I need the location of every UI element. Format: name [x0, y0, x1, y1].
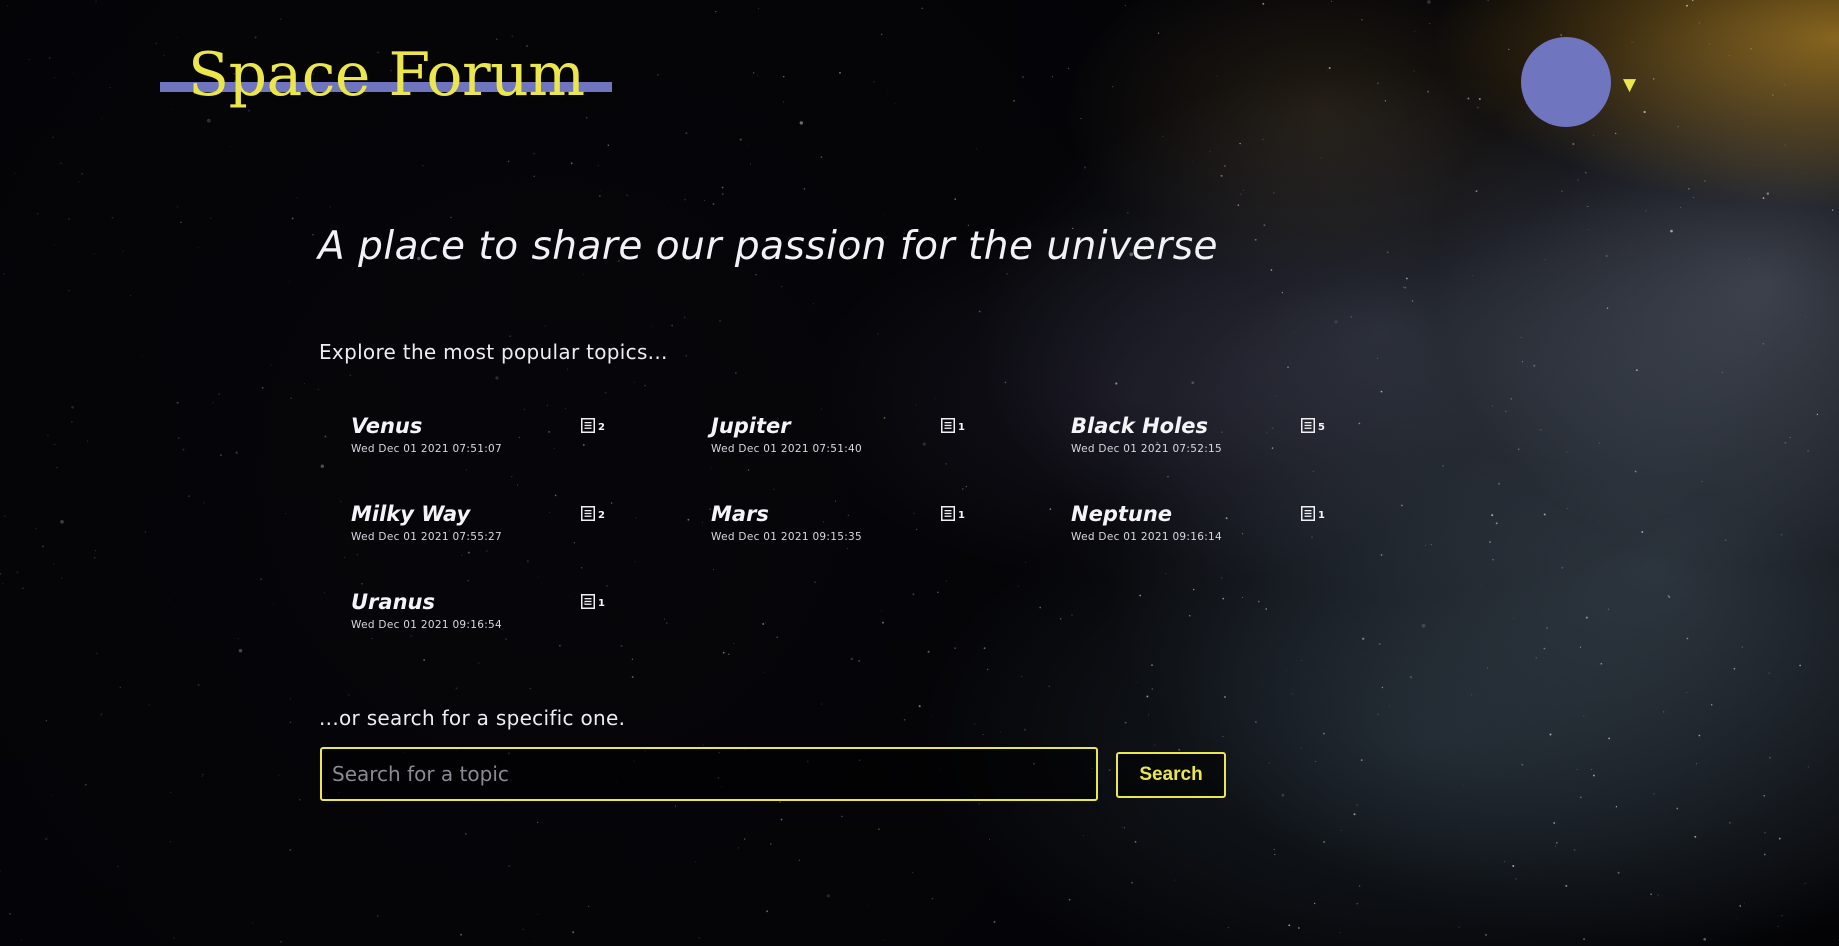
post-count: 2 — [598, 422, 605, 433]
search-label: ...or search for a specific one. — [319, 706, 626, 730]
post-count-badge: 1 — [581, 594, 605, 609]
topic-name[interactable]: Neptune — [1071, 500, 1431, 528]
topic-name[interactable]: Venus — [351, 412, 711, 440]
topic-name[interactable]: Black Holes — [1071, 412, 1431, 440]
post-count-badge: 5 — [1301, 418, 1325, 433]
user-avatar[interactable] — [1521, 37, 1611, 127]
topic-name[interactable]: Mars — [711, 500, 1071, 528]
topic-date: Wed Dec 01 2021 07:51:40 — [711, 443, 863, 455]
document-icon — [941, 418, 955, 433]
search-button[interactable]: Search — [1116, 752, 1226, 798]
topic-date: Wed Dec 01 2021 09:15:35 — [711, 531, 863, 543]
page-tagline: A place to share our passion for the uni… — [318, 224, 1219, 269]
topic-item-neptune[interactable]: Neptune Wed Dec 01 2021 09:16:14 1 — [1071, 500, 1431, 588]
topic-item-venus[interactable]: Venus Wed Dec 01 2021 07:51:07 2 — [351, 412, 711, 500]
post-count: 5 — [1318, 422, 1325, 433]
post-count: 2 — [598, 510, 605, 521]
post-count: 1 — [958, 510, 965, 521]
post-count-badge: 1 — [1301, 506, 1325, 521]
document-icon — [1301, 506, 1315, 521]
chevron-down-icon[interactable]: ▼ — [1623, 75, 1636, 95]
post-count: 1 — [958, 422, 965, 433]
topic-item-mars[interactable]: Mars Wed Dec 01 2021 09:15:35 1 — [711, 500, 1071, 588]
site-logo[interactable]: Space Forum — [160, 40, 612, 120]
document-icon — [941, 506, 955, 521]
document-icon — [581, 418, 595, 433]
post-count-badge: 2 — [581, 418, 605, 433]
topic-date: Wed Dec 01 2021 09:16:14 — [1071, 531, 1223, 543]
post-count: 1 — [598, 598, 605, 609]
popular-topics-list: Venus Wed Dec 01 2021 07:51:07 2 Jupiter… — [351, 412, 1431, 676]
document-icon — [581, 594, 595, 609]
topic-item-black-holes[interactable]: Black Holes Wed Dec 01 2021 07:52:15 5 — [1071, 412, 1431, 500]
topic-item-jupiter[interactable]: Jupiter Wed Dec 01 2021 07:51:40 1 — [711, 412, 1071, 500]
topic-name[interactable]: Uranus — [351, 588, 711, 616]
post-count-badge: 1 — [941, 418, 965, 433]
topic-name[interactable]: Milky Way — [351, 500, 711, 528]
topic-date: Wed Dec 01 2021 09:16:54 — [351, 619, 503, 631]
document-icon — [581, 506, 595, 521]
topic-date: Wed Dec 01 2021 07:55:27 — [351, 531, 503, 543]
topic-date: Wed Dec 01 2021 07:52:15 — [1071, 443, 1223, 455]
post-count: 1 — [1318, 510, 1325, 521]
post-count-badge: 1 — [941, 506, 965, 521]
topic-search-input[interactable] — [320, 747, 1098, 801]
post-count-badge: 2 — [581, 506, 605, 521]
topic-item-milky-way[interactable]: Milky Way Wed Dec 01 2021 07:55:27 2 — [351, 500, 711, 588]
site-title[interactable]: Space Forum — [188, 40, 585, 110]
topic-name[interactable]: Jupiter — [711, 412, 1071, 440]
topic-date: Wed Dec 01 2021 07:51:07 — [351, 443, 503, 455]
document-icon — [1301, 418, 1315, 433]
popular-topics-label: Explore the most popular topics... — [319, 340, 668, 364]
topic-item-uranus[interactable]: Uranus Wed Dec 01 2021 09:16:54 1 — [351, 588, 711, 676]
